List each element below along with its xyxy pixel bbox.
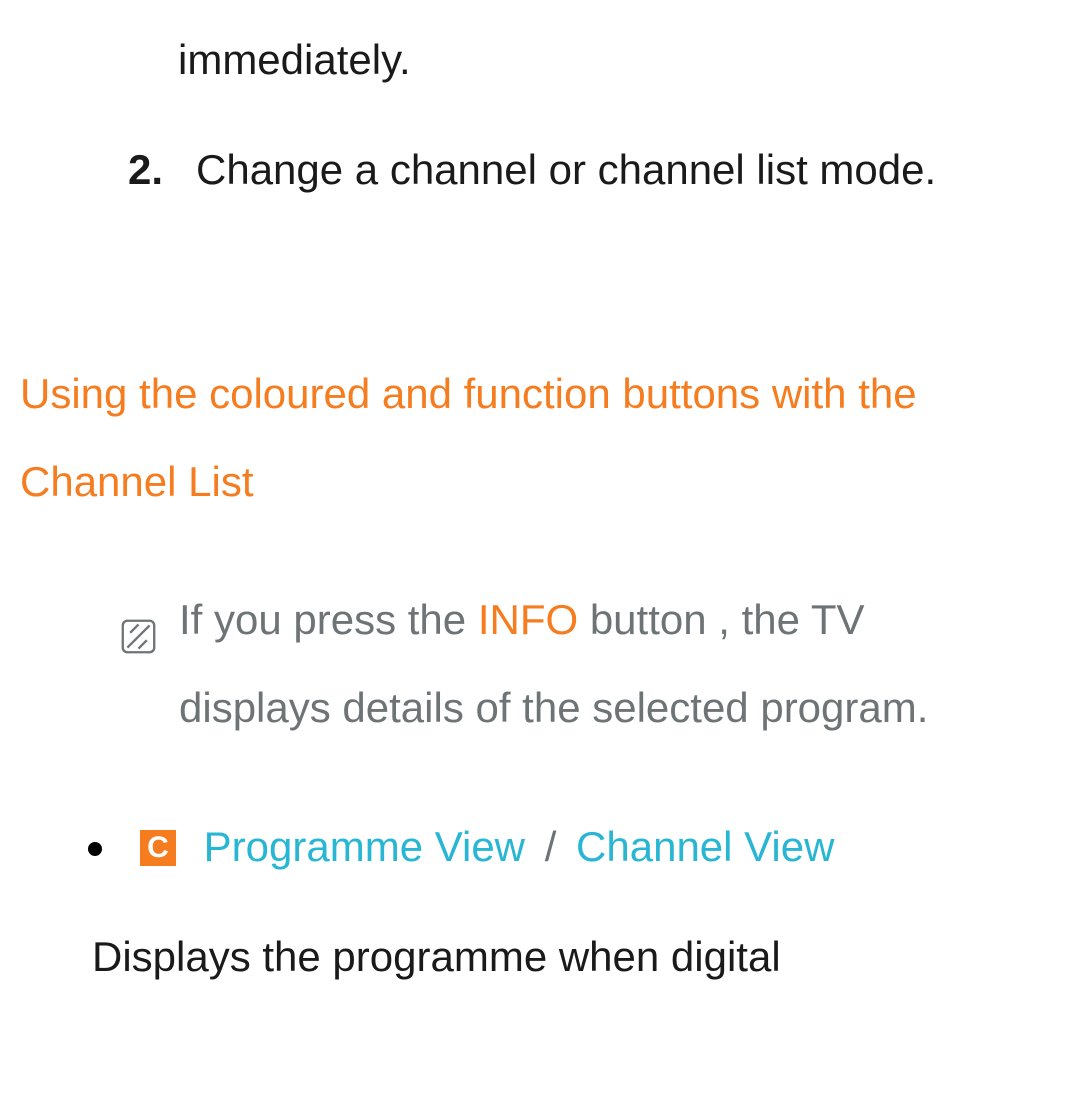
channel-view-link: Channel View: [576, 823, 834, 870]
section-title: Using the coloured and function buttons …: [20, 350, 1060, 526]
programme-view-link: Programme View: [204, 823, 525, 870]
info-button-label: INFO: [478, 596, 578, 643]
note-icon: [120, 601, 157, 638]
separator: /: [545, 823, 557, 870]
note-text: If you press the INFO button , the TV di…: [179, 576, 1060, 752]
body-text: Displays the programme when digital: [92, 917, 1060, 997]
c-button-badge: C: [140, 830, 176, 866]
bullet-item-views: C Programme View / Channel View: [88, 807, 1060, 887]
note-part1: If you press the: [179, 596, 478, 643]
info-note: If you press the INFO button , the TV di…: [120, 576, 1060, 752]
step-2: 2. Change a channel or channel list mode…: [128, 130, 1060, 210]
step-text: Change a channel or channel list mode.: [196, 130, 1060, 210]
bullet-icon: [88, 842, 102, 856]
step-number: 2.: [128, 130, 178, 210]
continuation-text: immediately.: [178, 20, 1060, 100]
bullet-content: C Programme View / Channel View: [140, 807, 834, 887]
